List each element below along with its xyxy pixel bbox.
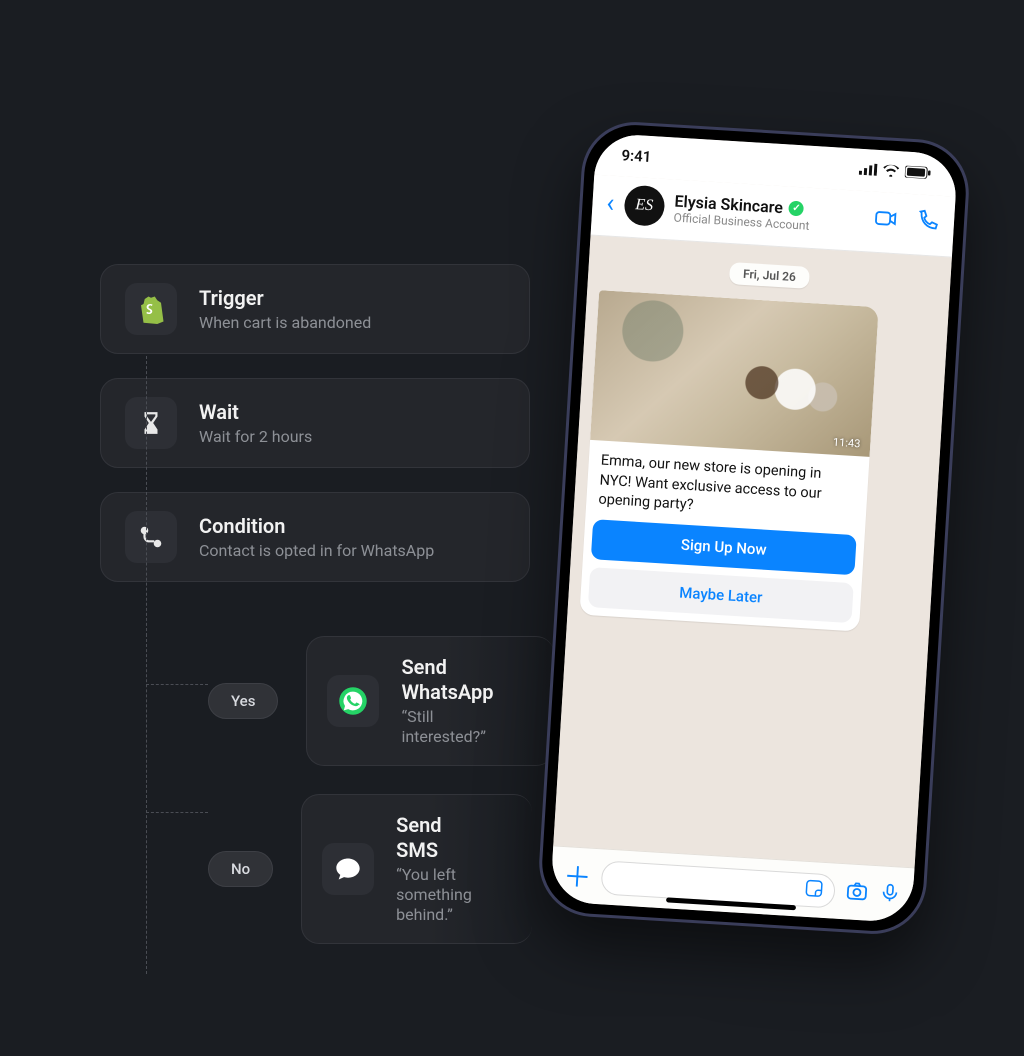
send-sms-title: Send SMS	[396, 813, 472, 863]
trigger-card[interactable]: Trigger When cart is abandoned	[100, 264, 530, 354]
connector-line	[146, 812, 208, 813]
back-icon[interactable]: ‹	[606, 188, 616, 218]
branch-icon	[125, 511, 177, 563]
send-whatsapp-card[interactable]: Send WhatsApp “Still interested?”	[306, 636, 553, 766]
wait-title: Wait	[199, 400, 312, 425]
whatsapp-icon	[327, 675, 379, 727]
trigger-title: Trigger	[199, 286, 371, 311]
sms-icon	[322, 843, 374, 895]
connector-line	[146, 356, 147, 636]
avatar[interactable]: ES	[623, 185, 665, 227]
sticker-icon[interactable]	[803, 877, 824, 902]
maybe-later-button[interactable]: Maybe Later	[588, 567, 854, 623]
voice-call-icon[interactable]	[915, 208, 941, 237]
message-bubble: 11:43 Emma, our new store is opening in …	[579, 290, 878, 631]
send-whatsapp-subtitle: “Still interested?”	[401, 707, 493, 747]
send-whatsapp-title: Send WhatsApp	[401, 655, 493, 705]
mic-icon[interactable]	[878, 881, 902, 908]
branch-no-row: No Send SMS “You left something behind.”	[208, 794, 530, 944]
condition-subtitle: Contact is opted in for WhatsApp	[199, 541, 434, 561]
shopify-icon	[125, 283, 177, 335]
wait-card[interactable]: Wait Wait for 2 hours	[100, 378, 530, 468]
condition-title: Condition	[199, 514, 434, 539]
attach-icon[interactable]: ＋	[562, 855, 592, 897]
signal-icon	[859, 161, 878, 180]
send-sms-card[interactable]: Send SMS “You left something behind.”	[301, 794, 532, 944]
video-call-icon[interactable]	[873, 206, 899, 235]
date-pill: Fri, Jul 26	[728, 262, 810, 289]
wait-subtitle: Wait for 2 hours	[199, 427, 312, 447]
branch-no-label: No	[208, 851, 273, 887]
status-time: 9:41	[621, 146, 652, 166]
chat-body: Fri, Jul 26 11:43 Emma, our new store is…	[553, 235, 952, 867]
message-time: 11:43	[833, 436, 861, 451]
camera-icon[interactable]	[844, 878, 870, 907]
trigger-subtitle: When cart is abandoned	[199, 313, 371, 333]
send-sms-subtitle: “You left something behind.”	[396, 865, 472, 925]
message-image: 11:43	[590, 290, 879, 457]
condition-card[interactable]: Condition Contact is opted in for WhatsA…	[100, 492, 530, 582]
verified-icon: ✓	[789, 200, 805, 216]
phone-mockup: 9:41 ‹ ES Elysia Skincare ✓ Official Bus…	[536, 119, 972, 937]
branch-yes-row: Yes Send WhatsApp “Still interested?”	[208, 636, 530, 766]
battery-icon	[904, 164, 931, 184]
connector-line	[146, 634, 147, 974]
wifi-icon	[882, 162, 899, 181]
connector-line	[146, 684, 208, 685]
workflow-column: Trigger When cart is abandoned Wait Wait…	[100, 264, 530, 972]
branch-yes-label: Yes	[208, 683, 278, 719]
hourglass-icon	[125, 397, 177, 449]
